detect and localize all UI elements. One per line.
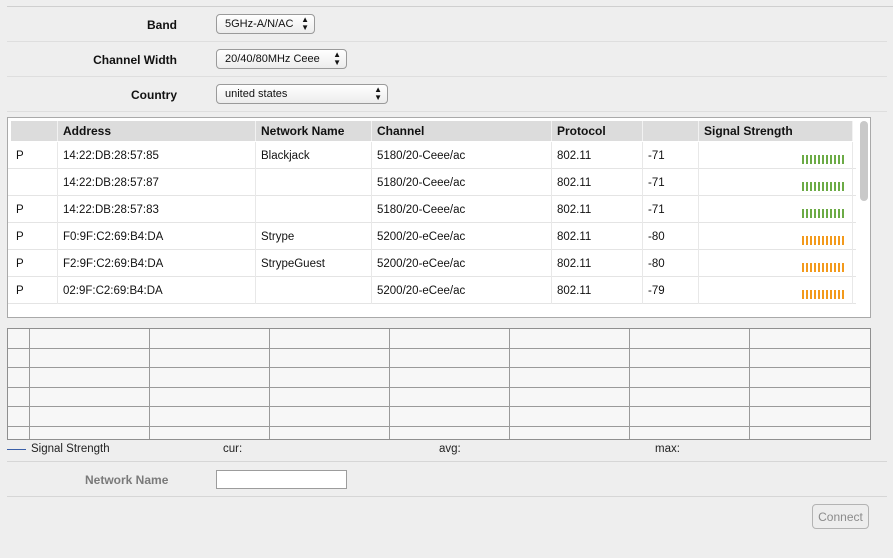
- channel-width-select-value: 20/40/80MHz Ceee: [225, 53, 320, 65]
- column-header-address[interactable]: Address: [58, 121, 256, 141]
- address-cell: F0:9F:C2:69:B4:DA: [58, 223, 256, 250]
- network-name-label: Network Name: [85, 473, 169, 487]
- network-name-cell: [256, 169, 372, 196]
- table-row[interactable]: P 14:22:DB:28:57:83 5180/20-Ceee/ac 802.11-…: [8, 196, 856, 223]
- select-arrows-icon: ▲ ▼: [374, 85, 382, 102]
- signal-strength-bars: [802, 155, 846, 164]
- flag-cell: [11, 169, 58, 196]
- signal-strength-cell: [699, 223, 853, 250]
- protocol-cell: 802.11: [552, 277, 643, 304]
- graph-legend: Signal Strength cur: avg: max:: [7, 440, 887, 460]
- network-name-cell: [256, 277, 372, 304]
- protocol-cell: 802.11: [552, 196, 643, 223]
- column-header-signal[interactable]: [643, 121, 699, 141]
- scan-results-table[interactable]: Address Network Name Channel Protocol Si…: [7, 117, 871, 318]
- signal-strength-bars: [802, 290, 846, 299]
- channel-width-select[interactable]: 20/40/80MHz Ceee ▲ ▼: [216, 49, 347, 69]
- signal-cell: -71: [643, 169, 699, 196]
- column-header-signal-strength[interactable]: Signal Strength: [699, 121, 853, 141]
- legend-cur-label: cur:: [223, 443, 243, 455]
- band-label: Band: [147, 18, 177, 32]
- channel-cell: 5180/20-Ceee/ac: [372, 169, 552, 196]
- address-cell: 02:9F:C2:69:B4:DA: [58, 277, 256, 304]
- channel-cell: 5200/20-eCee/ac: [372, 250, 552, 277]
- column-header-network-name[interactable]: Network Name: [256, 121, 372, 141]
- divider: [7, 496, 887, 497]
- flag-cell: P: [11, 223, 58, 250]
- column-header-channel[interactable]: Channel: [372, 121, 552, 141]
- signal-cell: -80: [643, 223, 699, 250]
- protocol-cell: 802.11: [552, 142, 643, 169]
- divider: [7, 461, 887, 462]
- band-select-value: 5GHz-A/N/AC: [225, 18, 294, 30]
- table-row[interactable]: P F2:9F:C2:69:B4:DA StrypeGuest 5200/20-eCe…: [8, 250, 856, 277]
- address-cell: 14:22:DB:28:57:87: [58, 169, 256, 196]
- protocol-cell: 802.11: [552, 169, 643, 196]
- table-row[interactable]: P F0:9F:C2:69:B4:DA Strype 5200/20-eCee/ac 8…: [8, 223, 856, 250]
- network-name-cell: [256, 196, 372, 223]
- table-scrollbar[interactable]: [860, 121, 868, 201]
- country-label: Country: [131, 88, 177, 102]
- table-row[interactable]: 14:22:DB:28:57:87 5180/20-Ceee/ac 802.11 -7…: [8, 169, 856, 196]
- select-arrows-icon: ▲ ▼: [301, 15, 309, 32]
- country-select[interactable]: united states ▲ ▼: [216, 84, 388, 104]
- channel-cell: 5200/20-eCee/ac: [372, 277, 552, 304]
- legend-max-label: max:: [655, 443, 680, 455]
- column-header-protocol[interactable]: Protocol: [552, 121, 643, 141]
- network-name-input[interactable]: [216, 470, 347, 489]
- signal-strength-cell: [699, 250, 853, 277]
- address-cell: F2:9F:C2:69:B4:DA: [58, 250, 256, 277]
- network-name-cell: Blackjack: [256, 142, 372, 169]
- signal-cell: -71: [643, 196, 699, 223]
- signal-strength-cell: [699, 142, 853, 169]
- flag-cell: P: [11, 277, 58, 304]
- channel-cell: 5200/20-eCee/ac: [372, 223, 552, 250]
- legend-line-swatch: [7, 449, 26, 450]
- flag-cell: P: [11, 250, 58, 277]
- address-cell: 14:22:DB:28:57:83: [58, 196, 256, 223]
- select-arrows-icon: ▲ ▼: [333, 50, 341, 67]
- signal-strength-cell: [699, 169, 853, 196]
- country-select-value: united states: [225, 88, 288, 100]
- connect-button[interactable]: Connect: [812, 504, 869, 529]
- channel-cell: 5180/20-Ceee/ac: [372, 196, 552, 223]
- protocol-cell: 802.11: [552, 250, 643, 277]
- signal-cell: -80: [643, 250, 699, 277]
- table-row[interactable]: P 02:9F:C2:69:B4:DA 5200/20-eCee/ac 802.11-…: [8, 277, 856, 304]
- legend-avg-label: avg:: [439, 443, 461, 455]
- band-select[interactable]: 5GHz-A/N/AC ▲ ▼: [216, 14, 315, 34]
- address-cell: 14:22:DB:28:57:85: [58, 142, 256, 169]
- signal-strength-bars: [802, 182, 846, 191]
- signal-graph: [7, 328, 871, 440]
- signal-strength-bars: [802, 236, 846, 245]
- signal-strength-cell: [699, 277, 853, 304]
- band-row: Band 5GHz-A/N/AC ▲ ▼: [7, 7, 887, 42]
- flag-cell: P: [11, 142, 58, 169]
- signal-cell: -71: [643, 142, 699, 169]
- country-row: Country united states ▲ ▼: [7, 77, 887, 112]
- channel-width-label: Channel Width: [93, 53, 177, 67]
- protocol-cell: 802.11: [552, 223, 643, 250]
- channel-cell: 5180/20-Ceee/ac: [372, 142, 552, 169]
- legend-series-label: Signal Strength: [31, 443, 110, 455]
- column-header-flag[interactable]: [11, 121, 58, 141]
- table-body: P 14:22:DB:28:57:85 Blackjack 5180/20-Ceee/…: [8, 142, 856, 304]
- graph-grid-lines: [8, 329, 870, 439]
- network-name-cell: Strype: [256, 223, 372, 250]
- table-row[interactable]: P 14:22:DB:28:57:85 Blackjack 5180/20-Ceee/…: [8, 142, 856, 169]
- network-name-cell: StrypeGuest: [256, 250, 372, 277]
- signal-strength-bars: [802, 263, 846, 272]
- signal-strength-cell: [699, 196, 853, 223]
- signal-cell: -79: [643, 277, 699, 304]
- flag-cell: P: [11, 196, 58, 223]
- channel-width-row: Channel Width 20/40/80MHz Ceee ▲ ▼: [7, 42, 887, 77]
- signal-strength-bars: [802, 209, 846, 218]
- table-header: Address Network Name Channel Protocol Si…: [8, 118, 856, 141]
